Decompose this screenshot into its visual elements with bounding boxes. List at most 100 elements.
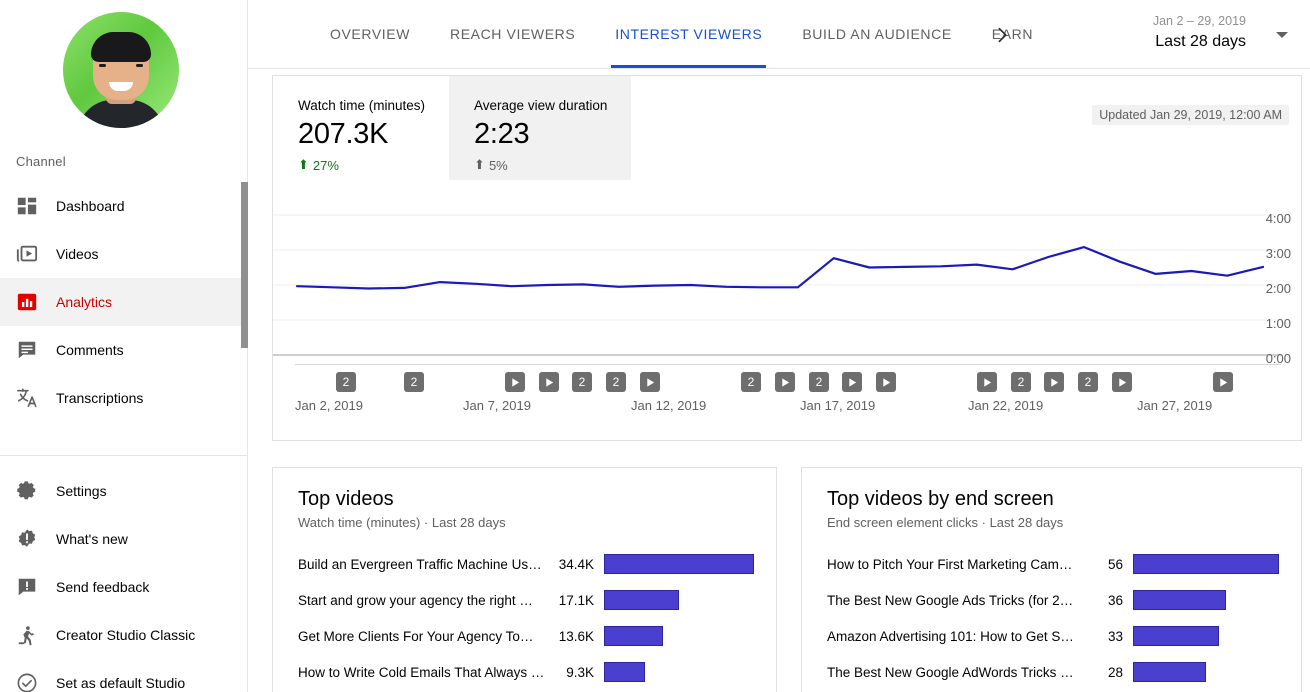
bar-track — [1133, 662, 1279, 682]
video-icon — [16, 243, 56, 265]
updated-timestamp: Updated Jan 29, 2019, 12:00 AM — [1092, 105, 1289, 125]
sidebar-nav-primary: Dashboard Videos Analytics Comments Tran… — [0, 182, 248, 422]
bar — [1133, 590, 1227, 610]
bar-track — [1133, 590, 1279, 610]
arrow-up-icon: ⬆ — [474, 157, 485, 172]
metric-value: 17.1K — [558, 592, 594, 608]
metric-title: Watch time (minutes) — [298, 98, 426, 113]
list-item[interactable]: Amazon Advertising 101: How to Get Sta… 3… — [827, 618, 1279, 654]
video-marker-play-icon[interactable] — [640, 372, 660, 392]
video-marker-count[interactable]: 2 — [809, 372, 829, 392]
metric-value: 28 — [1107, 664, 1123, 680]
youtube-studio-analytics-page: Channel Dashboard Videos Analytics Comme… — [0, 0, 1310, 692]
metric-delta: ⬆ 27% — [298, 157, 425, 173]
x-axis-label: Jan 2, 2019 — [295, 398, 363, 413]
card-title: Top videos — [298, 488, 394, 510]
sidebar-item-label: Creator Studio Classic — [56, 627, 196, 643]
video-title: Start and grow your agency the right … — [298, 592, 533, 608]
metric-cards: Watch time (minutes) 207.3K ⬆ 27% Averag… — [273, 76, 632, 180]
video-title: How to Pitch Your First Marketing Camp… — [827, 556, 1075, 572]
list-item[interactable]: Start and grow your agency the right … 17… — [298, 582, 754, 618]
metric-delta-value: 5% — [488, 157, 508, 173]
sidebar-item-videos[interactable]: Videos — [0, 230, 248, 278]
tab-reach-viewers[interactable]: REACH VIEWERS — [430, 0, 595, 68]
sidebar-item-dashboard[interactable]: Dashboard — [0, 182, 248, 230]
x-axis-label: Jan 17, 2019 — [800, 398, 876, 413]
date-range-selector[interactable]: Jan 2 – 29, 2019 Last 28 days — [1028, 12, 1298, 60]
marker-baseline — [295, 364, 1281, 365]
metric-card-watch-time[interactable]: Watch time (minutes) 207.3K ⬆ 27% — [273, 76, 449, 180]
video-marker-play-icon[interactable] — [977, 372, 997, 392]
sidebar-item-label: Transcriptions — [56, 390, 144, 406]
metric-delta-value: 27% — [312, 157, 339, 173]
sidebar-item-creator-studio-classic[interactable]: Creator Studio Classic — [0, 611, 248, 659]
bar — [604, 554, 754, 574]
sidebar-item-set-as-default-studio[interactable]: Set as default Studio — [0, 659, 248, 692]
video-marker-count[interactable]: 2 — [1011, 372, 1031, 392]
video-marker-play-icon[interactable] — [505, 372, 525, 392]
video-title: How to Write Cold Emails That Always … — [298, 664, 545, 680]
metric-delta: ⬆ 5% — [474, 157, 607, 173]
y-axis-label: 2:00 — [1265, 281, 1291, 296]
top-videos-end-screen-list: How to Pitch Your First Marketing Camp… 5… — [827, 546, 1279, 690]
sidebar-item-comments[interactable]: Comments — [0, 326, 248, 374]
metric-card-average-view-duration[interactable]: Average view duration 2:23 ⬆ 5% — [449, 76, 632, 180]
bar-track — [604, 554, 754, 574]
video-marker-play-icon[interactable] — [1112, 372, 1132, 392]
video-marker-play-icon[interactable] — [1213, 372, 1233, 392]
sidebar-item-settings[interactable]: Settings — [0, 467, 248, 515]
sidebar-item-send-feedback[interactable]: Send feedback — [0, 563, 248, 611]
video-title: The Best New Google Ads Tricks (for 20… — [827, 592, 1075, 608]
sidebar-section-label: Channel — [16, 154, 66, 169]
bar — [1133, 662, 1206, 682]
metric-value: 2:23 — [474, 118, 530, 150]
y-axis-label: 4:00 — [1265, 211, 1291, 226]
exit-door-icon — [16, 624, 56, 646]
avatar-shoulders — [78, 100, 164, 128]
video-marker-play-icon[interactable] — [539, 372, 559, 392]
video-marker-count[interactable]: 2 — [1078, 372, 1098, 392]
video-marker-play-icon[interactable] — [1044, 372, 1064, 392]
avatar-hair — [91, 32, 151, 62]
sidebar-item-label: Analytics — [56, 294, 113, 310]
channel-avatar[interactable] — [63, 12, 179, 128]
tab-interest-viewers[interactable]: INTEREST VIEWERS — [595, 0, 782, 68]
sidebar-item-label: Videos — [56, 246, 99, 262]
top-videos-list: Build an Evergreen Traffic Machine Us… 34… — [298, 546, 754, 690]
list-item[interactable]: How to Write Cold Emails That Always … 9.… — [298, 654, 754, 690]
video-marker-count[interactable]: 2 — [606, 372, 626, 392]
sidebar: Channel Dashboard Videos Analytics Comme… — [0, 0, 249, 692]
list-item[interactable]: The Best New Google AdWords Tricks (f… 28 — [827, 654, 1279, 690]
video-marker-count[interactable]: 2 — [404, 372, 424, 392]
sidebar-item-transcriptions[interactable]: Transcriptions — [0, 374, 248, 422]
x-axis-label: Jan 7, 2019 — [463, 398, 531, 413]
tab-overview[interactable]: OVERVIEW — [310, 0, 430, 68]
avatar-eye-right — [136, 64, 143, 67]
video-marker-play-icon[interactable] — [842, 372, 862, 392]
chevron-right-icon[interactable] — [990, 23, 1014, 47]
video-marker-play-icon[interactable] — [876, 372, 896, 392]
content-area: Watch time (minutes) 207.3K ⬆ 27% Averag… — [248, 69, 1310, 692]
video-title: Amazon Advertising 101: How to Get Sta… — [827, 628, 1075, 644]
analytics-tabs: OVERVIEW REACH VIEWERS INTEREST VIEWERS … — [310, 0, 1034, 68]
card-title: Top videos by end screen — [827, 488, 1054, 510]
chart-card: Watch time (minutes) 207.3K ⬆ 27% Averag… — [272, 75, 1302, 441]
video-marker-play-icon[interactable] — [775, 372, 795, 392]
metric-value: 33 — [1107, 628, 1123, 644]
tab-build-an-audience[interactable]: BUILD AN AUDIENCE — [782, 0, 971, 68]
feedback-icon — [16, 576, 56, 598]
list-item[interactable]: How to Pitch Your First Marketing Camp… 5… — [827, 546, 1279, 582]
sidebar-item-analytics[interactable]: Analytics — [0, 278, 248, 326]
card-subtitle: Watch time (minutes) · Last 28 days — [298, 515, 506, 530]
list-item[interactable]: Build an Evergreen Traffic Machine Us… 34… — [298, 546, 754, 582]
avatar — [63, 12, 179, 128]
video-marker-count[interactable]: 2 — [336, 372, 356, 392]
video-marker-count[interactable]: 2 — [572, 372, 592, 392]
video-marker-count[interactable]: 2 — [741, 372, 761, 392]
comment-icon — [16, 339, 56, 361]
list-item[interactable]: The Best New Google Ads Tricks (for 20… 3… — [827, 582, 1279, 618]
sidebar-item-whats-new[interactable]: What's new — [0, 515, 248, 563]
metric-value: 34.4K — [558, 556, 594, 572]
list-item[interactable]: Get More Clients For Your Agency To… 13.6… — [298, 618, 754, 654]
chevron-down-icon[interactable] — [1276, 32, 1288, 38]
